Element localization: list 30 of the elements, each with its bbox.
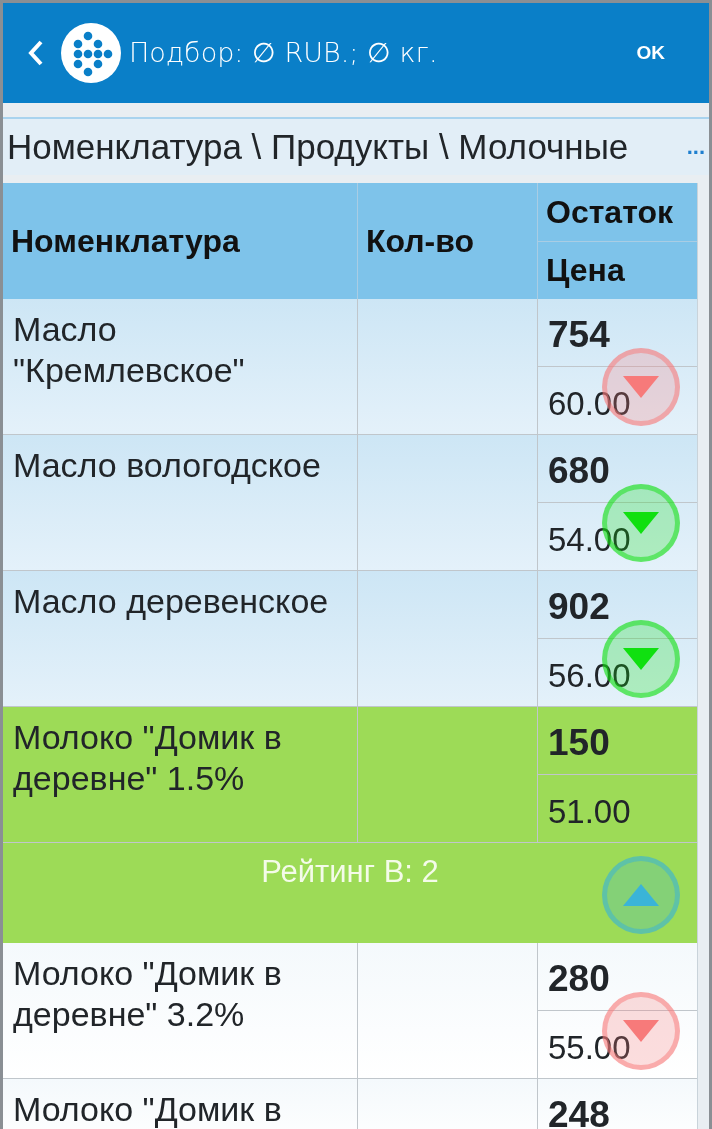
stock-value: 680 [548, 450, 610, 491]
ok-button[interactable]: OK [624, 30, 677, 76]
column-header: Цена [546, 251, 625, 291]
column-header: Номенклатура [11, 222, 240, 261]
stock-value: 280 [548, 958, 610, 999]
product-name: Масло вологодское [13, 446, 321, 484]
price-value: 60.00 [548, 385, 631, 422]
product-name: Масло "Кремлевское" [13, 310, 245, 390]
table-row[interactable]: Масло "Кремлевское" 754 60.00 [3, 299, 697, 435]
rating-text: Рейтинг В: 2 [261, 853, 439, 891]
column-header: Остаток [546, 192, 673, 232]
price-value: 55.00 [548, 1029, 631, 1066]
table-row[interactable]: Молоко "Домик в 248 [3, 1079, 697, 1129]
stock-value: 902 [548, 586, 610, 627]
stock-value: 150 [548, 722, 610, 763]
column-header: Кол-во [366, 222, 475, 261]
stock-value: 754 [548, 314, 610, 355]
table-row[interactable]: Молоко "Домик в деревне" 1.5% 150 51.00 [3, 707, 697, 843]
back-icon[interactable] [27, 39, 45, 67]
product-name: Масло деревенское [13, 582, 329, 620]
stock-value: 248 [548, 1094, 610, 1129]
product-name: Молоко "Домик в [13, 1090, 282, 1128]
price-value: 51.00 [548, 793, 631, 830]
product-name: Молоко "Домик в деревне" 3.2% [13, 954, 282, 1034]
window-title: Подбор: ∅ RUB.; ∅ кг. [129, 35, 439, 70]
table-row[interactable]: Молоко "Домик в деревне" 3.2% 280 55.00 [3, 943, 697, 1079]
product-name: Молоко "Домик в деревне" 1.5% [13, 718, 282, 798]
breadcrumb-path[interactable]: Номенклатура \ Продукты \ Молочные [7, 120, 629, 174]
more-button[interactable]: ... [682, 136, 709, 158]
logo-icon [61, 23, 121, 83]
